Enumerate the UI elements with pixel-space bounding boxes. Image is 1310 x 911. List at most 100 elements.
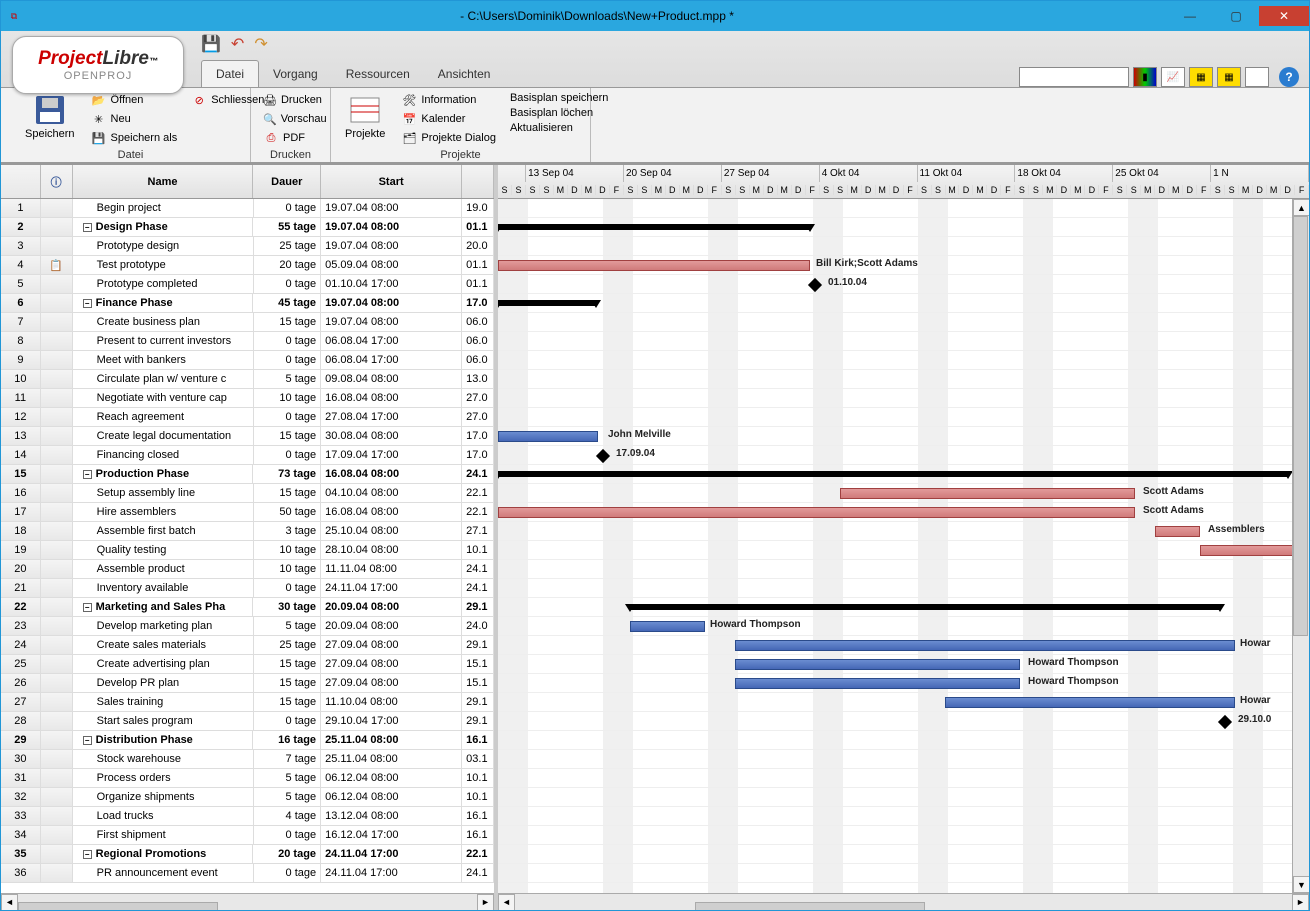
table-row[interactable]: 30Stock warehouse7 tage25.11.04 08:0003.… xyxy=(1,750,494,769)
duration-cell[interactable]: 0 tage xyxy=(254,712,322,730)
end-cell[interactable]: 03.1 xyxy=(462,750,494,768)
task-name-cell[interactable]: −Distribution Phase xyxy=(73,731,254,749)
row-number[interactable]: 29 xyxy=(1,731,41,749)
table-row[interactable]: 34First shipment0 tage16.12.04 17:0016.1 xyxy=(1,826,494,845)
duration-cell[interactable]: 5 tage xyxy=(254,370,322,388)
outline-toggle-icon[interactable]: − xyxy=(83,736,92,745)
row-number[interactable]: 24 xyxy=(1,636,41,654)
task-name-cell[interactable]: −Marketing and Sales Pha xyxy=(73,598,254,616)
end-cell[interactable]: 29.1 xyxy=(462,636,494,654)
row-number[interactable]: 30 xyxy=(1,750,41,768)
gantt-hscroll[interactable]: ◄ ► xyxy=(498,893,1309,910)
duration-cell[interactable]: 0 tage xyxy=(254,446,322,464)
task-name-cell[interactable]: Meet with bankers xyxy=(73,351,254,369)
end-cell[interactable]: 27.0 xyxy=(462,389,494,407)
gantt-body[interactable]: Bill Kirk;Scott Adams01.10.04John Melvil… xyxy=(498,199,1309,893)
row-number[interactable]: 17 xyxy=(1,503,41,521)
task-bar[interactable] xyxy=(498,507,1135,518)
gantt-row[interactable] xyxy=(498,389,1309,408)
row-number[interactable]: 26 xyxy=(1,674,41,692)
table-row[interactable]: 26Develop PR plan15 tage27.09.04 08:0015… xyxy=(1,674,494,693)
gantt-row[interactable] xyxy=(498,769,1309,788)
end-cell[interactable]: 24.0 xyxy=(462,617,494,635)
header-indicator[interactable]: ⓘ xyxy=(41,165,73,198)
table-row[interactable]: 15−Production Phase73 tage16.08.04 08:00… xyxy=(1,465,494,484)
tab-ressourcen[interactable]: Ressourcen xyxy=(332,61,424,87)
start-cell[interactable]: 16.08.04 08:00 xyxy=(321,503,462,521)
row-number[interactable]: 5 xyxy=(1,275,41,293)
refresh-button[interactable]: Aktualisieren xyxy=(510,122,608,134)
duration-cell[interactable]: 0 tage xyxy=(254,864,322,882)
task-name-cell[interactable]: Quality testing xyxy=(73,541,254,559)
row-number[interactable]: 11 xyxy=(1,389,41,407)
duration-cell[interactable]: 15 tage xyxy=(254,693,322,711)
start-cell[interactable]: 27.09.04 08:00 xyxy=(321,655,462,673)
start-cell[interactable]: 19.07.04 08:00 xyxy=(321,237,462,255)
end-cell[interactable]: 22.1 xyxy=(462,845,494,863)
task-bar[interactable] xyxy=(945,697,1235,708)
row-number[interactable]: 22 xyxy=(1,598,41,616)
start-cell[interactable]: 11.10.04 08:00 xyxy=(321,693,462,711)
task-name-cell[interactable]: PR announcement event xyxy=(73,864,254,882)
table-row[interactable]: 12Reach agreement0 tage27.08.04 17:0027.… xyxy=(1,408,494,427)
gantt-row[interactable] xyxy=(498,826,1309,845)
outline-toggle-icon[interactable]: − xyxy=(83,603,92,612)
duration-cell[interactable]: 45 tage xyxy=(253,294,321,312)
hscroll-thumb[interactable] xyxy=(695,902,925,910)
save-button[interactable]: Speichern xyxy=(19,90,81,148)
duration-cell[interactable]: 73 tage xyxy=(253,465,321,483)
header-row-num[interactable] xyxy=(1,165,41,198)
start-cell[interactable]: 27.09.04 08:00 xyxy=(321,636,462,654)
task-name-cell[interactable]: Load trucks xyxy=(73,807,254,825)
table-row[interactable]: 7Create business plan15 tage19.07.04 08:… xyxy=(1,313,494,332)
task-name-cell[interactable]: Create legal documentation xyxy=(73,427,254,445)
row-number[interactable]: 12 xyxy=(1,408,41,426)
task-bar[interactable] xyxy=(735,659,1020,670)
end-cell[interactable]: 29.1 xyxy=(462,598,494,616)
task-name-cell[interactable]: Begin project xyxy=(73,199,254,217)
row-number[interactable]: 10 xyxy=(1,370,41,388)
table-row[interactable]: 25Create advertising plan15 tage27.09.04… xyxy=(1,655,494,674)
start-cell[interactable]: 19.07.04 08:00 xyxy=(321,218,462,236)
task-name-cell[interactable]: First shipment xyxy=(73,826,254,844)
start-cell[interactable]: 04.10.04 08:00 xyxy=(321,484,462,502)
duration-cell[interactable]: 0 tage xyxy=(254,351,322,369)
duration-cell[interactable]: 30 tage xyxy=(253,598,321,616)
row-number[interactable]: 36 xyxy=(1,864,41,882)
start-cell[interactable]: 29.10.04 17:00 xyxy=(321,712,462,730)
gantt-row[interactable] xyxy=(498,237,1309,256)
start-cell[interactable]: 06.08.04 17:00 xyxy=(321,351,462,369)
duration-cell[interactable]: 0 tage xyxy=(254,275,322,293)
task-name-cell[interactable]: Start sales program xyxy=(73,712,254,730)
row-number[interactable]: 27 xyxy=(1,693,41,711)
help-icon[interactable]: ? xyxy=(1279,67,1299,87)
table-row[interactable]: 18Assemble first batch3 tage25.10.04 08:… xyxy=(1,522,494,541)
row-number[interactable]: 19 xyxy=(1,541,41,559)
header-name[interactable]: Name xyxy=(73,165,254,198)
task-name-cell[interactable]: Assemble first batch xyxy=(73,522,254,540)
header-end[interactable] xyxy=(462,165,494,198)
table-row[interactable]: 28Start sales program0 tage29.10.04 17:0… xyxy=(1,712,494,731)
milestone[interactable] xyxy=(1218,715,1232,729)
gantt-row[interactable] xyxy=(498,560,1309,579)
end-cell[interactable]: 17.0 xyxy=(462,427,494,445)
gantt-row[interactable]: Howar xyxy=(498,693,1309,712)
start-cell[interactable]: 16.08.04 08:00 xyxy=(321,389,462,407)
duration-cell[interactable]: 0 tage xyxy=(254,332,322,350)
table-row[interactable]: 35−Regional Promotions20 tage24.11.04 17… xyxy=(1,845,494,864)
baseline-save-button[interactable]: Basisplan speichern xyxy=(510,92,608,104)
row-number[interactable]: 7 xyxy=(1,313,41,331)
tab-vorgang[interactable]: Vorgang xyxy=(259,61,332,87)
undo-icon[interactable]: ↶ xyxy=(231,34,244,54)
end-cell[interactable]: 15.1 xyxy=(462,674,494,692)
start-cell[interactable]: 28.10.04 08:00 xyxy=(321,541,462,559)
end-cell[interactable]: 24.1 xyxy=(462,579,494,597)
task-name-cell[interactable]: Test prototype xyxy=(73,256,254,274)
row-number[interactable]: 14 xyxy=(1,446,41,464)
gantt-row[interactable] xyxy=(498,465,1309,484)
table-row[interactable]: 4📋Test prototype20 tage05.09.04 08:0001.… xyxy=(1,256,494,275)
tab-ansichten[interactable]: Ansichten xyxy=(424,61,505,87)
view-icon-1[interactable]: ▮ xyxy=(1133,67,1157,87)
task-name-cell[interactable]: Sales training xyxy=(73,693,254,711)
end-cell[interactable]: 22.1 xyxy=(462,484,494,502)
